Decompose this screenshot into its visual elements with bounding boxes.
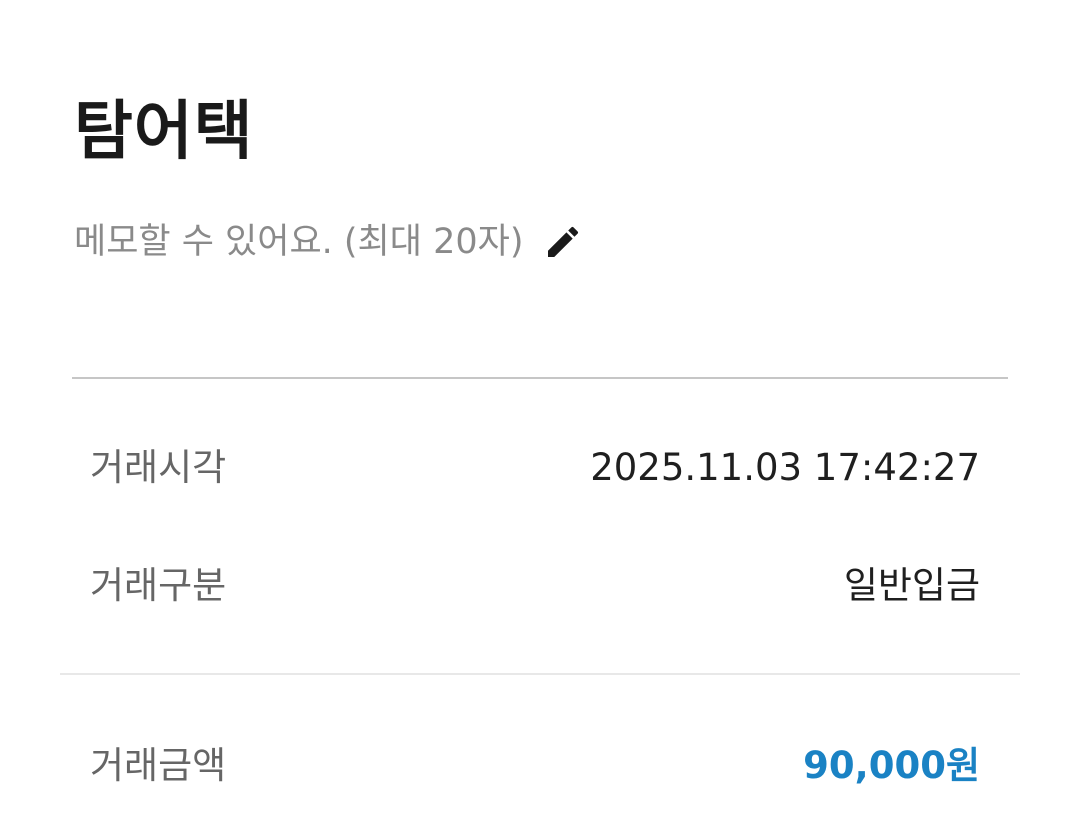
amount-value: 90,000원: [803, 744, 980, 787]
pencil-icon[interactable]: [543, 222, 583, 262]
memo-placeholder: 메모할 수 있어요. (최대 20자): [74, 222, 524, 262]
detail-row-time: 거래시각 2025.11.03 17:42:27: [90, 440, 980, 496]
divider: [60, 673, 1020, 675]
header: 탐어택: [74, 92, 1008, 172]
detail-value: 2025.11.03 17:42:27: [590, 446, 980, 489]
detail-row-type: 거래구분 일반입금: [90, 558, 980, 614]
detail-row-amount: 거래금액 90,000원: [90, 738, 980, 794]
detail-value: 일반입금: [843, 564, 980, 607]
memo-edit-row[interactable]: 메모할 수 있어요. (최대 20자): [74, 216, 583, 268]
detail-label: 거래시각: [90, 446, 227, 489]
divider: [72, 377, 1008, 379]
page-title: 탐어택: [74, 95, 254, 169]
amount-label: 거래금액: [90, 744, 227, 787]
detail-label: 거래구분: [90, 564, 227, 607]
